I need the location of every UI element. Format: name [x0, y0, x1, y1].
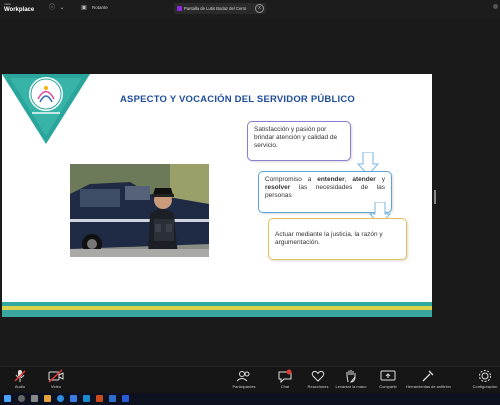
raise-hand-button[interactable]: Levantar la mano [333, 369, 369, 393]
box2-bold-entender: entender [317, 176, 345, 183]
chat-label: Chat [280, 384, 290, 389]
info-icon[interactable]: ⓘ [48, 4, 56, 12]
settings-label: Configuración [472, 384, 498, 389]
os-taskbar [0, 393, 500, 405]
box2-text-3: y [375, 176, 385, 183]
host-tools-button[interactable]: Herramientas de anfitrión [406, 369, 451, 393]
app-icon-3[interactable] [109, 395, 116, 402]
box2-bold-resolver: resolver [265, 184, 291, 191]
share-screen-icon [380, 370, 396, 381]
rotate-label[interactable]: Rotante [92, 5, 108, 10]
app-icon[interactable] [83, 395, 90, 402]
share-user-icon [177, 6, 182, 11]
tools-icon [422, 370, 434, 382]
edge-icon[interactable] [57, 395, 64, 402]
file-explorer-icon[interactable] [44, 395, 51, 402]
participants-button[interactable]: Participantes [226, 369, 262, 393]
service-satisfaction-box: Satisfacción y pasión por brindar atenci… [247, 121, 351, 161]
settings-button[interactable]: Configuración [470, 369, 500, 393]
host-tools-label: Herramientas de anfitrión [406, 384, 451, 389]
participants-label: Participantes [232, 384, 256, 389]
gear-icon [479, 370, 491, 382]
window-control-icon[interactable] [493, 4, 498, 9]
people-icon [236, 371, 250, 382]
app-icon-4[interactable] [122, 395, 129, 402]
video-button[interactable]: Video [38, 369, 74, 393]
screen-share-tab[interactable]: Pantalla de Lutis Bodaz del Cerro x [174, 3, 266, 14]
hand-icon [346, 370, 356, 383]
layout-icon[interactable]: ▣ [80, 4, 88, 12]
heart-icon [311, 370, 325, 382]
top-bar: meta Workplace ⓘ ⌄ ▣ Rotante Pantalla de… [0, 0, 500, 17]
task-view-icon[interactable] [31, 395, 38, 402]
slide-title: ASPECTO Y VOCACIÓN DEL SERVIDOR PÚBLICO [120, 94, 355, 105]
chevron-down-icon[interactable]: ⌄ [58, 4, 66, 12]
search-icon[interactable] [18, 395, 25, 402]
view-resize-handle[interactable] [434, 190, 436, 204]
share-button[interactable]: Compartir [370, 369, 406, 393]
shared-slide: ASPECTO Y VOCACIÓN DEL SERVIDOR PÚBLICO … [2, 74, 432, 317]
start-icon[interactable] [4, 395, 11, 402]
chat-button[interactable]: Chat [267, 369, 303, 393]
meeting-toolbar: Audio Video Participantes Chat Reaccione… [0, 366, 500, 394]
police-officer-photo [70, 164, 209, 257]
workplace-logo: meta Workplace [4, 2, 35, 13]
box2-bold-atender: atender [352, 176, 376, 183]
footer-band-teal-lower [2, 310, 432, 317]
raise-hand-label: Levantar la mano [335, 384, 367, 389]
reactions-button[interactable]: Reacciones [300, 369, 336, 393]
microphone-off-icon [14, 370, 26, 382]
box1-text: Satisfacción y pasión por brindar atenci… [254, 126, 338, 149]
box3-text: Actuar mediante la justicia, la razón y … [275, 231, 383, 246]
audio-button[interactable]: Audio [2, 369, 38, 393]
app-icon-2[interactable] [96, 395, 103, 402]
justice-box: Actuar mediante la justicia, la razón y … [268, 218, 407, 260]
reactions-label: Reacciones [307, 384, 329, 389]
camera-off-icon [48, 369, 64, 383]
screen-share-label: Pantalla de Lutis Bodaz del Cerro [184, 6, 247, 11]
store-icon[interactable] [70, 395, 77, 402]
box2-text-1: Compromiso a [265, 176, 318, 183]
audio-label: Audio [14, 384, 26, 389]
close-icon[interactable]: x [255, 4, 264, 13]
share-label: Compartir [379, 384, 397, 389]
chat-icon [278, 369, 292, 383]
video-label: Video [50, 384, 62, 389]
institution-logo [2, 74, 90, 144]
